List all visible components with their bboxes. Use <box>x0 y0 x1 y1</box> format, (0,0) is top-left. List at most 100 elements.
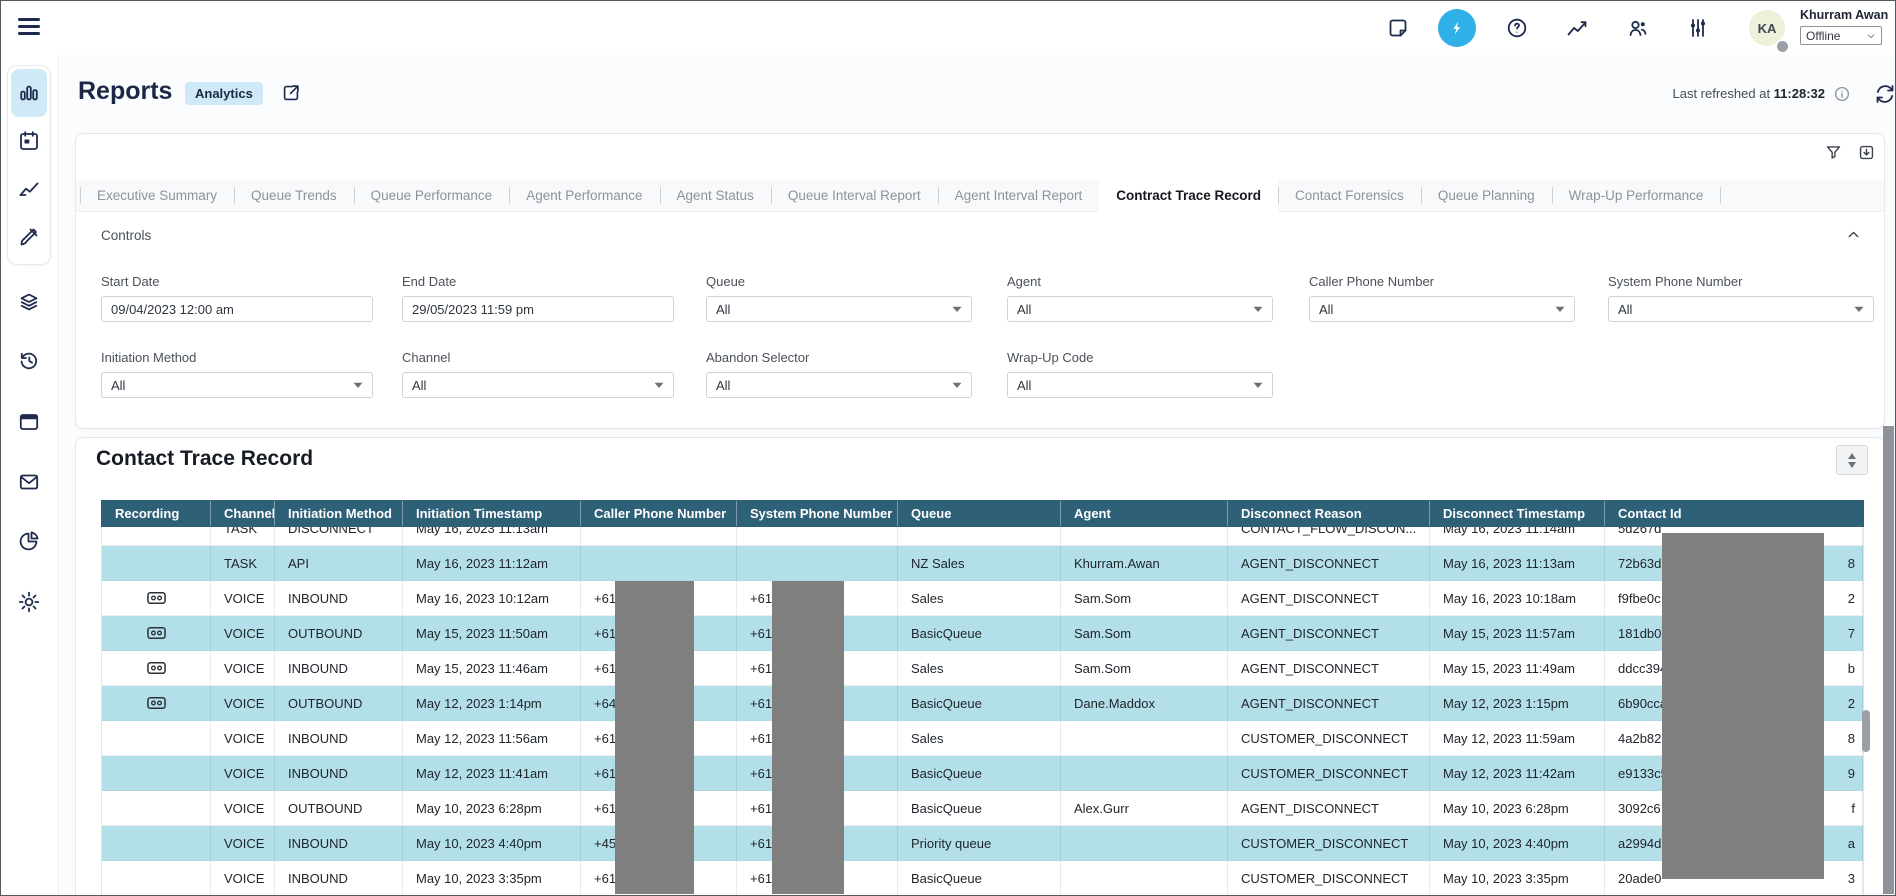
redaction-block-system <box>772 581 844 894</box>
initiation-method-select[interactable]: All <box>101 372 373 398</box>
note-icon[interactable] <box>1386 16 1410 40</box>
column-header-recording[interactable]: Recording <box>102 501 211 526</box>
table-row[interactable]: TASKDISCONNECTMay 16, 2023 11:13amCONTAC… <box>102 527 1863 546</box>
tab-contract-trace-record[interactable]: Contract Trace Record <box>1099 180 1278 215</box>
column-header-initiation-method[interactable]: Initiation Method <box>275 501 403 526</box>
system-phone-number-select[interactable]: All <box>1608 296 1874 322</box>
sidebar-item-window[interactable] <box>17 410 41 434</box>
cell-disconnect-timestamp: May 12, 2023 11:59am <box>1430 721 1605 756</box>
column-header-queue[interactable]: Queue <box>898 501 1061 526</box>
caller-phone-number-select[interactable]: All <box>1309 296 1575 322</box>
sidebar-item-mail[interactable] <box>17 470 41 494</box>
tab-agent-status[interactable]: Agent Status <box>660 180 771 211</box>
column-header-contact-id[interactable]: Contact Id <box>1605 501 1863 526</box>
column-header-disconnect-reason[interactable]: Disconnect Reason <box>1228 501 1430 526</box>
table-row[interactable]: VOICEINBOUNDMay 16, 2023 10:12am+614+612… <box>102 581 1863 616</box>
tab-queue-trends[interactable]: Queue Trends <box>234 180 354 211</box>
tab-separator <box>1720 187 1721 204</box>
sidebar-item-layers[interactable] <box>17 290 41 314</box>
column-header-initiation-timestamp[interactable]: Initiation Timestamp <box>403 501 581 526</box>
chevron-down-icon <box>1866 31 1876 41</box>
hamburger-menu-icon[interactable] <box>18 18 40 38</box>
tab-queue-interval-report[interactable]: Queue Interval Report <box>771 180 938 211</box>
page-scrollbar-thumb[interactable] <box>1883 426 1894 894</box>
table-row[interactable]: VOICEOUTBOUNDMay 15, 2023 11:50am+614+61… <box>102 616 1863 651</box>
filter-icon[interactable] <box>1824 143 1843 162</box>
status-select[interactable]: Offline <box>1800 26 1882 45</box>
sidebar-item-settings[interactable] <box>17 590 41 614</box>
tab-agent-performance[interactable]: Agent Performance <box>509 180 659 211</box>
info-icon[interactable] <box>1833 85 1851 103</box>
tab-queue-planning[interactable]: Queue Planning <box>1421 180 1552 211</box>
queue-select[interactable]: All <box>706 296 972 322</box>
end-date-input[interactable]: 29/05/2023 11:59 pm <box>402 296 674 322</box>
cell-disconnect-timestamp: May 10, 2023 4:40pm <box>1430 826 1605 861</box>
table-scrollbar-thumb[interactable] <box>1862 710 1870 752</box>
table-row[interactable]: VOICEINBOUNDMay 12, 2023 11:56am+614+612… <box>102 721 1863 756</box>
tab-agent-interval-report[interactable]: Agent Interval Report <box>938 180 1100 211</box>
sliders-icon[interactable] <box>1686 16 1710 40</box>
tab-wrap-up-performance[interactable]: Wrap-Up Performance <box>1552 180 1721 211</box>
collapse-controls-button[interactable] <box>1845 226 1862 243</box>
table-row[interactable]: VOICEOUTBOUNDMay 12, 2023 1:14pm+642+612… <box>102 686 1863 721</box>
field-label: Channel <box>402 350 674 365</box>
cell-system-phone <box>737 546 898 581</box>
table-row[interactable]: VOICEINBOUNDMay 10, 2023 3:35pm+614+612B… <box>102 861 1863 896</box>
sidebar-item-design[interactable] <box>11 213 47 261</box>
cell-recording <box>102 651 211 686</box>
recording-icon[interactable] <box>147 591 166 605</box>
help-icon[interactable] <box>1505 16 1529 40</box>
start-date-input[interactable]: 09/04/2023 12:00 am <box>101 296 373 322</box>
sidebar-item-reports[interactable] <box>11 69 47 117</box>
tab-queue-performance[interactable]: Queue Performance <box>354 180 510 211</box>
cell-agent <box>1061 861 1228 896</box>
sidebar-item-trends[interactable] <box>11 165 47 213</box>
refresh-icon[interactable] <box>1873 82 1896 106</box>
abandon-selector-select[interactable]: All <box>706 372 972 398</box>
redaction-block-contact-id <box>1662 533 1824 879</box>
sidebar-item-history[interactable] <box>17 349 41 373</box>
column-header-caller-phone-number[interactable]: Caller Phone Number <box>581 501 737 526</box>
sidebar-item-schedule[interactable] <box>11 117 47 165</box>
table-row[interactable]: VOICEOUTBOUNDMay 10, 2023 6:28pm+614+612… <box>102 791 1863 826</box>
cell-recording <box>102 581 211 616</box>
sidebar-item-pie[interactable] <box>17 529 41 553</box>
recording-icon[interactable] <box>147 696 166 710</box>
tab-contact-forensics[interactable]: Contact Forensics <box>1278 180 1421 211</box>
download-icon[interactable] <box>1857 143 1876 162</box>
wrap-up-code-select[interactable]: All <box>1007 372 1273 398</box>
cell-caller-phone <box>581 527 737 546</box>
cell-initiation-timestamp: May 12, 2023 11:56am <box>403 721 581 756</box>
line-chart-icon[interactable] <box>1565 16 1589 40</box>
column-header-channel[interactable]: Channel <box>211 501 275 526</box>
controls-title: Controls <box>101 228 151 243</box>
cell-initiation-method: API <box>275 546 403 581</box>
report-tabs: Executive SummaryQueue TrendsQueue Perfo… <box>76 180 1884 212</box>
table-row[interactable]: VOICEINBOUNDMay 15, 2023 11:46am+614+612… <box>102 651 1863 686</box>
spinner-up-icon[interactable] <box>1848 453 1856 459</box>
table-row[interactable]: TASKAPIMay 16, 2023 11:12amNZ SalesKhurr… <box>102 546 1863 581</box>
agent-select[interactable]: All <box>1007 296 1273 322</box>
external-link-icon[interactable] <box>280 82 302 104</box>
chevron-up-icon <box>1845 226 1862 243</box>
contact-id-suffix: f <box>1851 801 1855 816</box>
panel-spinner[interactable] <box>1836 445 1868 475</box>
cell-recording <box>102 861 211 896</box>
recording-icon[interactable] <box>147 661 166 675</box>
table-row[interactable]: VOICEINBOUNDMay 12, 2023 11:41am+614+612… <box>102 756 1863 791</box>
cell-initiation-timestamp: May 12, 2023 11:41am <box>403 756 581 791</box>
flash-icon[interactable] <box>1438 9 1476 47</box>
column-header-system-phone-number[interactable]: System Phone Number <box>737 501 898 526</box>
table-row[interactable]: VOICEINBOUNDMay 10, 2023 4:40pm+457+612P… <box>102 826 1863 861</box>
channel-select[interactable]: All <box>402 372 674 398</box>
tab-executive-summary[interactable]: Executive Summary <box>80 180 234 211</box>
column-header-disconnect-timestamp[interactable]: Disconnect Timestamp <box>1430 501 1605 526</box>
contacts-icon[interactable] <box>1626 16 1650 40</box>
spinner-down-icon[interactable] <box>1848 462 1856 468</box>
column-header-agent[interactable]: Agent <box>1061 501 1228 526</box>
cell-disconnect-reason: CUSTOMER_DISCONNECT <box>1228 721 1430 756</box>
recording-icon[interactable] <box>147 626 166 640</box>
cell-disconnect-reason: AGENT_DISCONNECT <box>1228 581 1430 616</box>
sidebar-group <box>7 65 51 265</box>
cell-disconnect-timestamp: May 12, 2023 1:15pm <box>1430 686 1605 721</box>
